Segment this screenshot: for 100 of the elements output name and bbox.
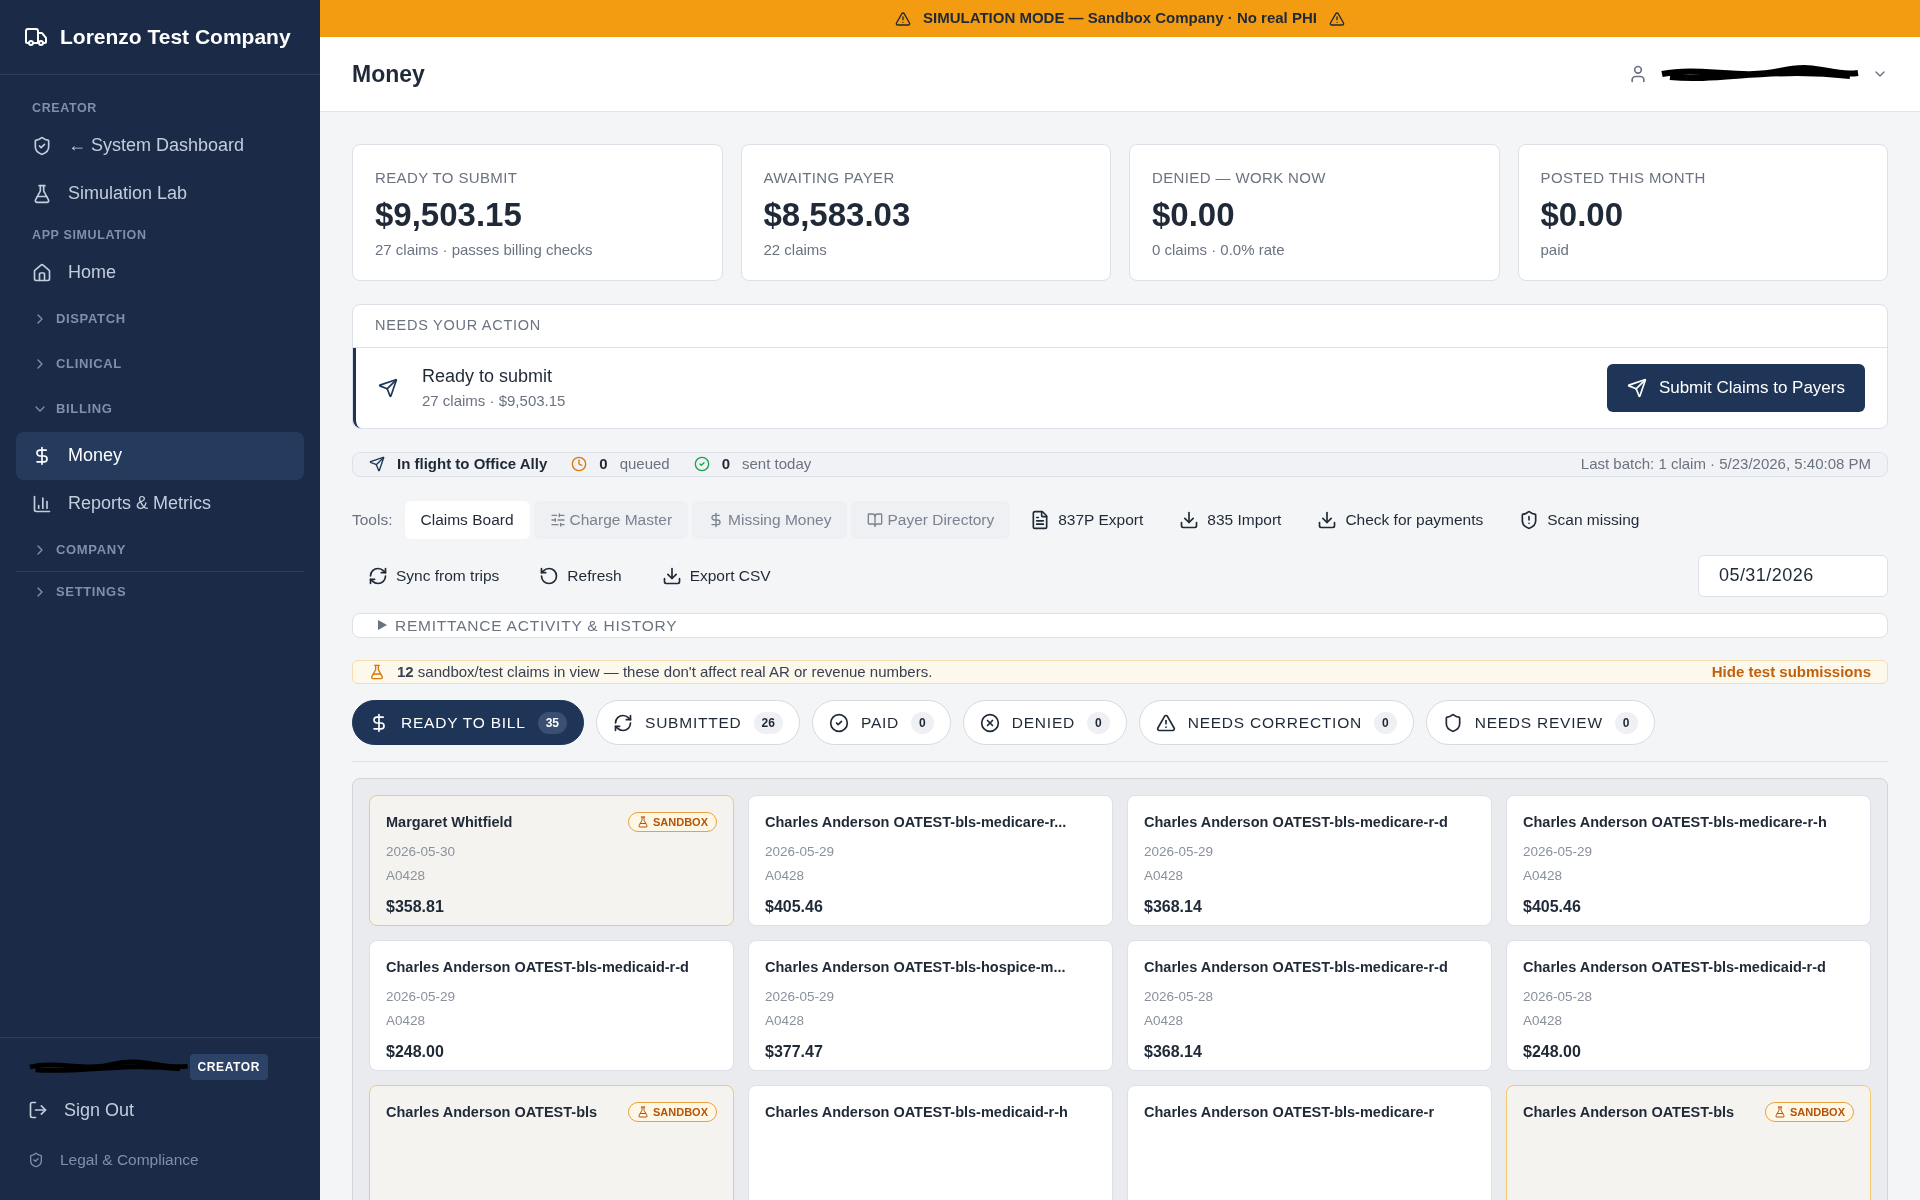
flask-icon [369, 664, 385, 680]
count-badge: 0 [1614, 711, 1638, 734]
clock-icon [571, 456, 588, 473]
stat-subtext: 0 claims · 0.0% rate [1152, 239, 1286, 260]
claim-card[interactable]: Margaret Whitfield SANDBOX 2026-05-30 A0428 $358.81 [369, 795, 734, 927]
status-tab[interactable]: READY TO BILL 35 [352, 700, 585, 746]
procedure-code: A0428 [1523, 1012, 1564, 1031]
claim-card[interactable]: Charles Anderson OATEST-bls-medicare-r [1127, 1085, 1492, 1200]
patient-name: Charles Anderson OATEST-bls-medicaid-r-d [386, 958, 689, 978]
check-circle-icon [693, 456, 710, 473]
claim-date: 2026-05-29 [1144, 843, 1215, 861]
claim-amount: $368.14 [1144, 896, 1203, 917]
procedure-code: A0428 [1144, 867, 1185, 886]
sidebar-group[interactable]: CLINICAL [16, 341, 304, 387]
sync-icon [368, 565, 388, 586]
procedure-code: A0428 [1144, 1012, 1185, 1031]
panel-heading: NEEDS YOUR ACTION [353, 305, 1887, 348]
count-badge: 0 [911, 711, 934, 734]
sidebar-group[interactable]: DISPATCH [16, 296, 304, 342]
toolbar-button[interactable]: Sync from trips [352, 556, 516, 595]
send-icon [369, 456, 385, 473]
claim-card[interactable]: Charles Anderson OATEST-bls SANDBOX [369, 1085, 734, 1200]
shield-alert-icon [1519, 509, 1540, 530]
sign-out-icon [28, 1100, 48, 1120]
flask-icon [32, 183, 52, 204]
home-icon [32, 262, 52, 283]
status-tab[interactable]: DENIED 0 [962, 700, 1127, 746]
download-icon [661, 565, 682, 586]
count-badge: 35 [537, 711, 568, 734]
simulation-banner: SIMULATION MODE — Sandbox Company · No real PHI [320, 0, 1920, 37]
claim-date: 2026-05-28 [1523, 988, 1594, 1006]
tool-button[interactable]: 837P Export [1014, 500, 1160, 539]
sidebar-item[interactable]: Money [16, 431, 304, 480]
claim-card[interactable]: Charles Anderson OATEST-bls-hospice-m... 2026-05-29 A0428 $377.47 [748, 940, 1113, 1072]
sign-out-link[interactable]: Sign Out [28, 1088, 292, 1132]
sidebar-item[interactable]: ← System Dashboard [16, 121, 304, 170]
patient-name: Charles Anderson OATEST-bls-medicaid-r-h [765, 1103, 1068, 1123]
stat-value: $0.00 [1540, 194, 1625, 235]
warning-icon [1155, 712, 1176, 733]
claim-card[interactable]: Charles Anderson OATEST-bls-medicare-r... 2026-05-29 A0428 $405.46 [748, 795, 1113, 927]
sidebar-group[interactable]: BILLING [16, 386, 304, 432]
sliders-icon [549, 511, 566, 528]
procedure-code: A0428 [386, 867, 427, 886]
tool-button[interactable]: Check for payments [1301, 500, 1500, 539]
x-circle-icon [979, 712, 1000, 733]
status-tab[interactable]: NEEDS REVIEW 0 [1425, 700, 1655, 746]
date-field[interactable]: 05/31/2026 [1698, 554, 1888, 597]
user-icon [1628, 64, 1648, 84]
status-tab[interactable]: NEEDS CORRECTION 0 [1138, 700, 1414, 746]
shield-check-icon [32, 135, 52, 156]
claim-card[interactable]: Charles Anderson OATEST-bls SANDBOX [1506, 1085, 1871, 1200]
status-tab[interactable]: PAID 0 [811, 700, 951, 746]
download-icon [1317, 509, 1338, 530]
sidebar-item[interactable]: Reports & Metrics [16, 479, 304, 528]
stat-label: READY TO SUBMIT [375, 168, 519, 188]
claim-card[interactable]: Charles Anderson OATEST-bls-medicare-r-d 2026-05-29 A0428 $368.14 [1127, 795, 1492, 927]
action-subtext: 27 claims · $9,503.15 [422, 391, 566, 412]
hide-test-link[interactable]: Hide test submissions [1711, 660, 1871, 684]
queued-count: 0 [599, 454, 608, 474]
claim-card[interactable]: Charles Anderson OATEST-bls-medicaid-r-h [748, 1085, 1113, 1200]
sidebar-item[interactable]: Home [16, 248, 304, 297]
claim-amount: $248.00 [1523, 1041, 1582, 1062]
remittance-toggle[interactable]: REMITTANCE ACTIVITY & HISTORY [352, 612, 1888, 638]
stat-label: POSTED THIS MONTH [1540, 168, 1707, 188]
claim-card[interactable]: Charles Anderson OATEST-bls-medicare-r-h 2026-05-29 A0428 $405.46 [1506, 795, 1871, 927]
section-label: APP SIMULATION [31, 226, 148, 244]
check-circle-icon [828, 712, 849, 733]
claim-amount: $368.14 [1144, 1041, 1203, 1062]
claim-card[interactable]: Charles Anderson OATEST-bls-medicare-r-d 2026-05-28 A0428 $368.14 [1127, 940, 1492, 1072]
claim-date: 2026-05-29 [765, 988, 836, 1006]
patient-name: Charles Anderson OATEST-bls-medicare-r... [765, 813, 1067, 833]
procedure-code: A0428 [386, 1012, 427, 1031]
tool-button[interactable]: 835 Import [1163, 500, 1298, 539]
sidebar-item[interactable]: Simulation Lab [16, 169, 304, 218]
sync-icon [613, 712, 634, 733]
flight-label: In flight to Office Ally [397, 454, 548, 474]
claim-date: 2026-05-29 [765, 843, 836, 861]
claim-amount: $358.81 [386, 896, 445, 917]
toolbar-button[interactable]: Export CSV [645, 556, 787, 595]
toolbar-button[interactable]: Refresh [523, 556, 638, 595]
sent-label: sent today [742, 454, 812, 474]
tool-tab[interactable]: Claims Board [404, 500, 530, 539]
patient-name: Margaret Whitfield [386, 813, 513, 833]
submit-claims-button[interactable]: Submit Claims to Payers [1606, 364, 1865, 412]
send-icon [378, 378, 398, 398]
section-label: CREATOR [31, 100, 99, 117]
tool-button[interactable]: Scan missing [1503, 500, 1656, 539]
role-badge: CREATOR [189, 1054, 268, 1080]
warning-icon [1328, 10, 1345, 27]
send-icon [1626, 378, 1647, 398]
stat-value: $0.00 [1152, 194, 1236, 235]
claim-card[interactable]: Charles Anderson OATEST-bls-medicaid-r-d 2026-05-29 A0428 $248.00 [369, 940, 734, 1072]
claim-card[interactable]: Charles Anderson OATEST-bls-medicaid-r-d 2026-05-28 A0428 $248.00 [1506, 940, 1871, 1072]
status-tab[interactable]: SUBMITTED 26 [596, 700, 800, 746]
tools-label: Tools: [352, 509, 393, 530]
count-badge: 26 [753, 711, 783, 734]
legal-link[interactable]: Legal & Compliance [28, 1140, 292, 1180]
sandbox-badge: SANDBOX [628, 1102, 717, 1123]
stat-subtext: paid [1540, 239, 1570, 260]
shield-check-icon [28, 1152, 44, 1168]
